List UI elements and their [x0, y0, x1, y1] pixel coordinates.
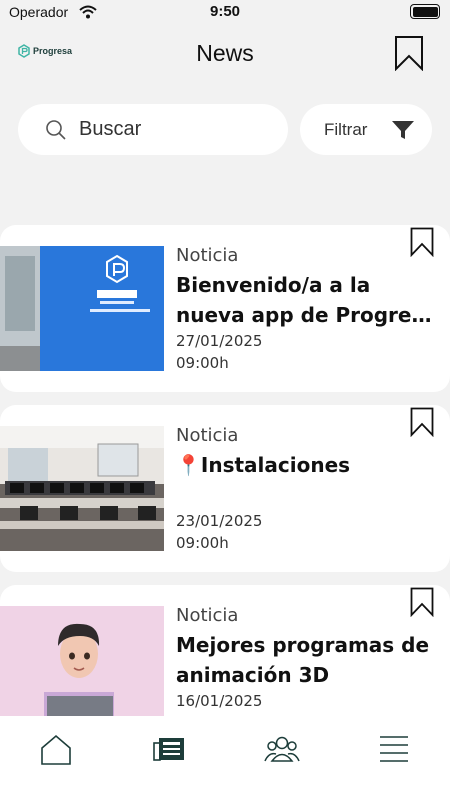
news-title[interactable]: Bienvenido/a a la nueva app de Progre… [176, 270, 434, 330]
bookmark-icon[interactable] [410, 407, 434, 437]
bottom-navigation [0, 716, 450, 800]
battery-icon [410, 4, 440, 19]
newspaper-icon[interactable] [153, 734, 185, 764]
news-date: 16/01/2025 [176, 692, 263, 710]
news-type: Noticia [176, 605, 239, 626]
news-type: Noticia [176, 425, 239, 446]
news-time: 09:00h [176, 534, 229, 552]
news-time: 09:00h [176, 354, 229, 372]
news-thumbnail [0, 246, 164, 371]
news-title[interactable]: Mejores programas de animación 3D [176, 630, 434, 690]
bookmark-icon[interactable] [394, 35, 424, 71]
status-bar: Operador 9:50 [0, 0, 450, 24]
bookmark-icon[interactable] [410, 227, 434, 257]
community-icon[interactable] [264, 734, 300, 764]
app-header: Progresa News [0, 30, 450, 80]
news-thumbnail [0, 606, 164, 731]
search-icon [46, 119, 66, 140]
filter-label: Filtrar [324, 119, 368, 139]
news-card[interactable]: Noticia 📍Instalaciones 23/01/2025 09:00h [0, 405, 450, 572]
home-icon[interactable] [40, 734, 72, 766]
menu-icon[interactable] [379, 734, 409, 764]
news-thumbnail [0, 426, 164, 551]
news-date: 27/01/2025 [176, 332, 263, 350]
news-title[interactable]: 📍Instalaciones [176, 450, 434, 510]
bookmark-icon[interactable] [410, 587, 434, 617]
filter-icon [392, 121, 414, 139]
status-time: 9:50 [209, 3, 241, 20]
news-card[interactable]: Noticia Bienvenido/a a la nueva app de P… [0, 225, 450, 392]
filter-button[interactable]: Filtrar [300, 104, 432, 155]
news-type: Noticia [176, 245, 239, 266]
news-date: 23/01/2025 [176, 512, 263, 530]
search-placeholder: Buscar [79, 118, 142, 140]
search-input[interactable]: Buscar [18, 104, 288, 155]
page-title: News [196, 40, 254, 66]
